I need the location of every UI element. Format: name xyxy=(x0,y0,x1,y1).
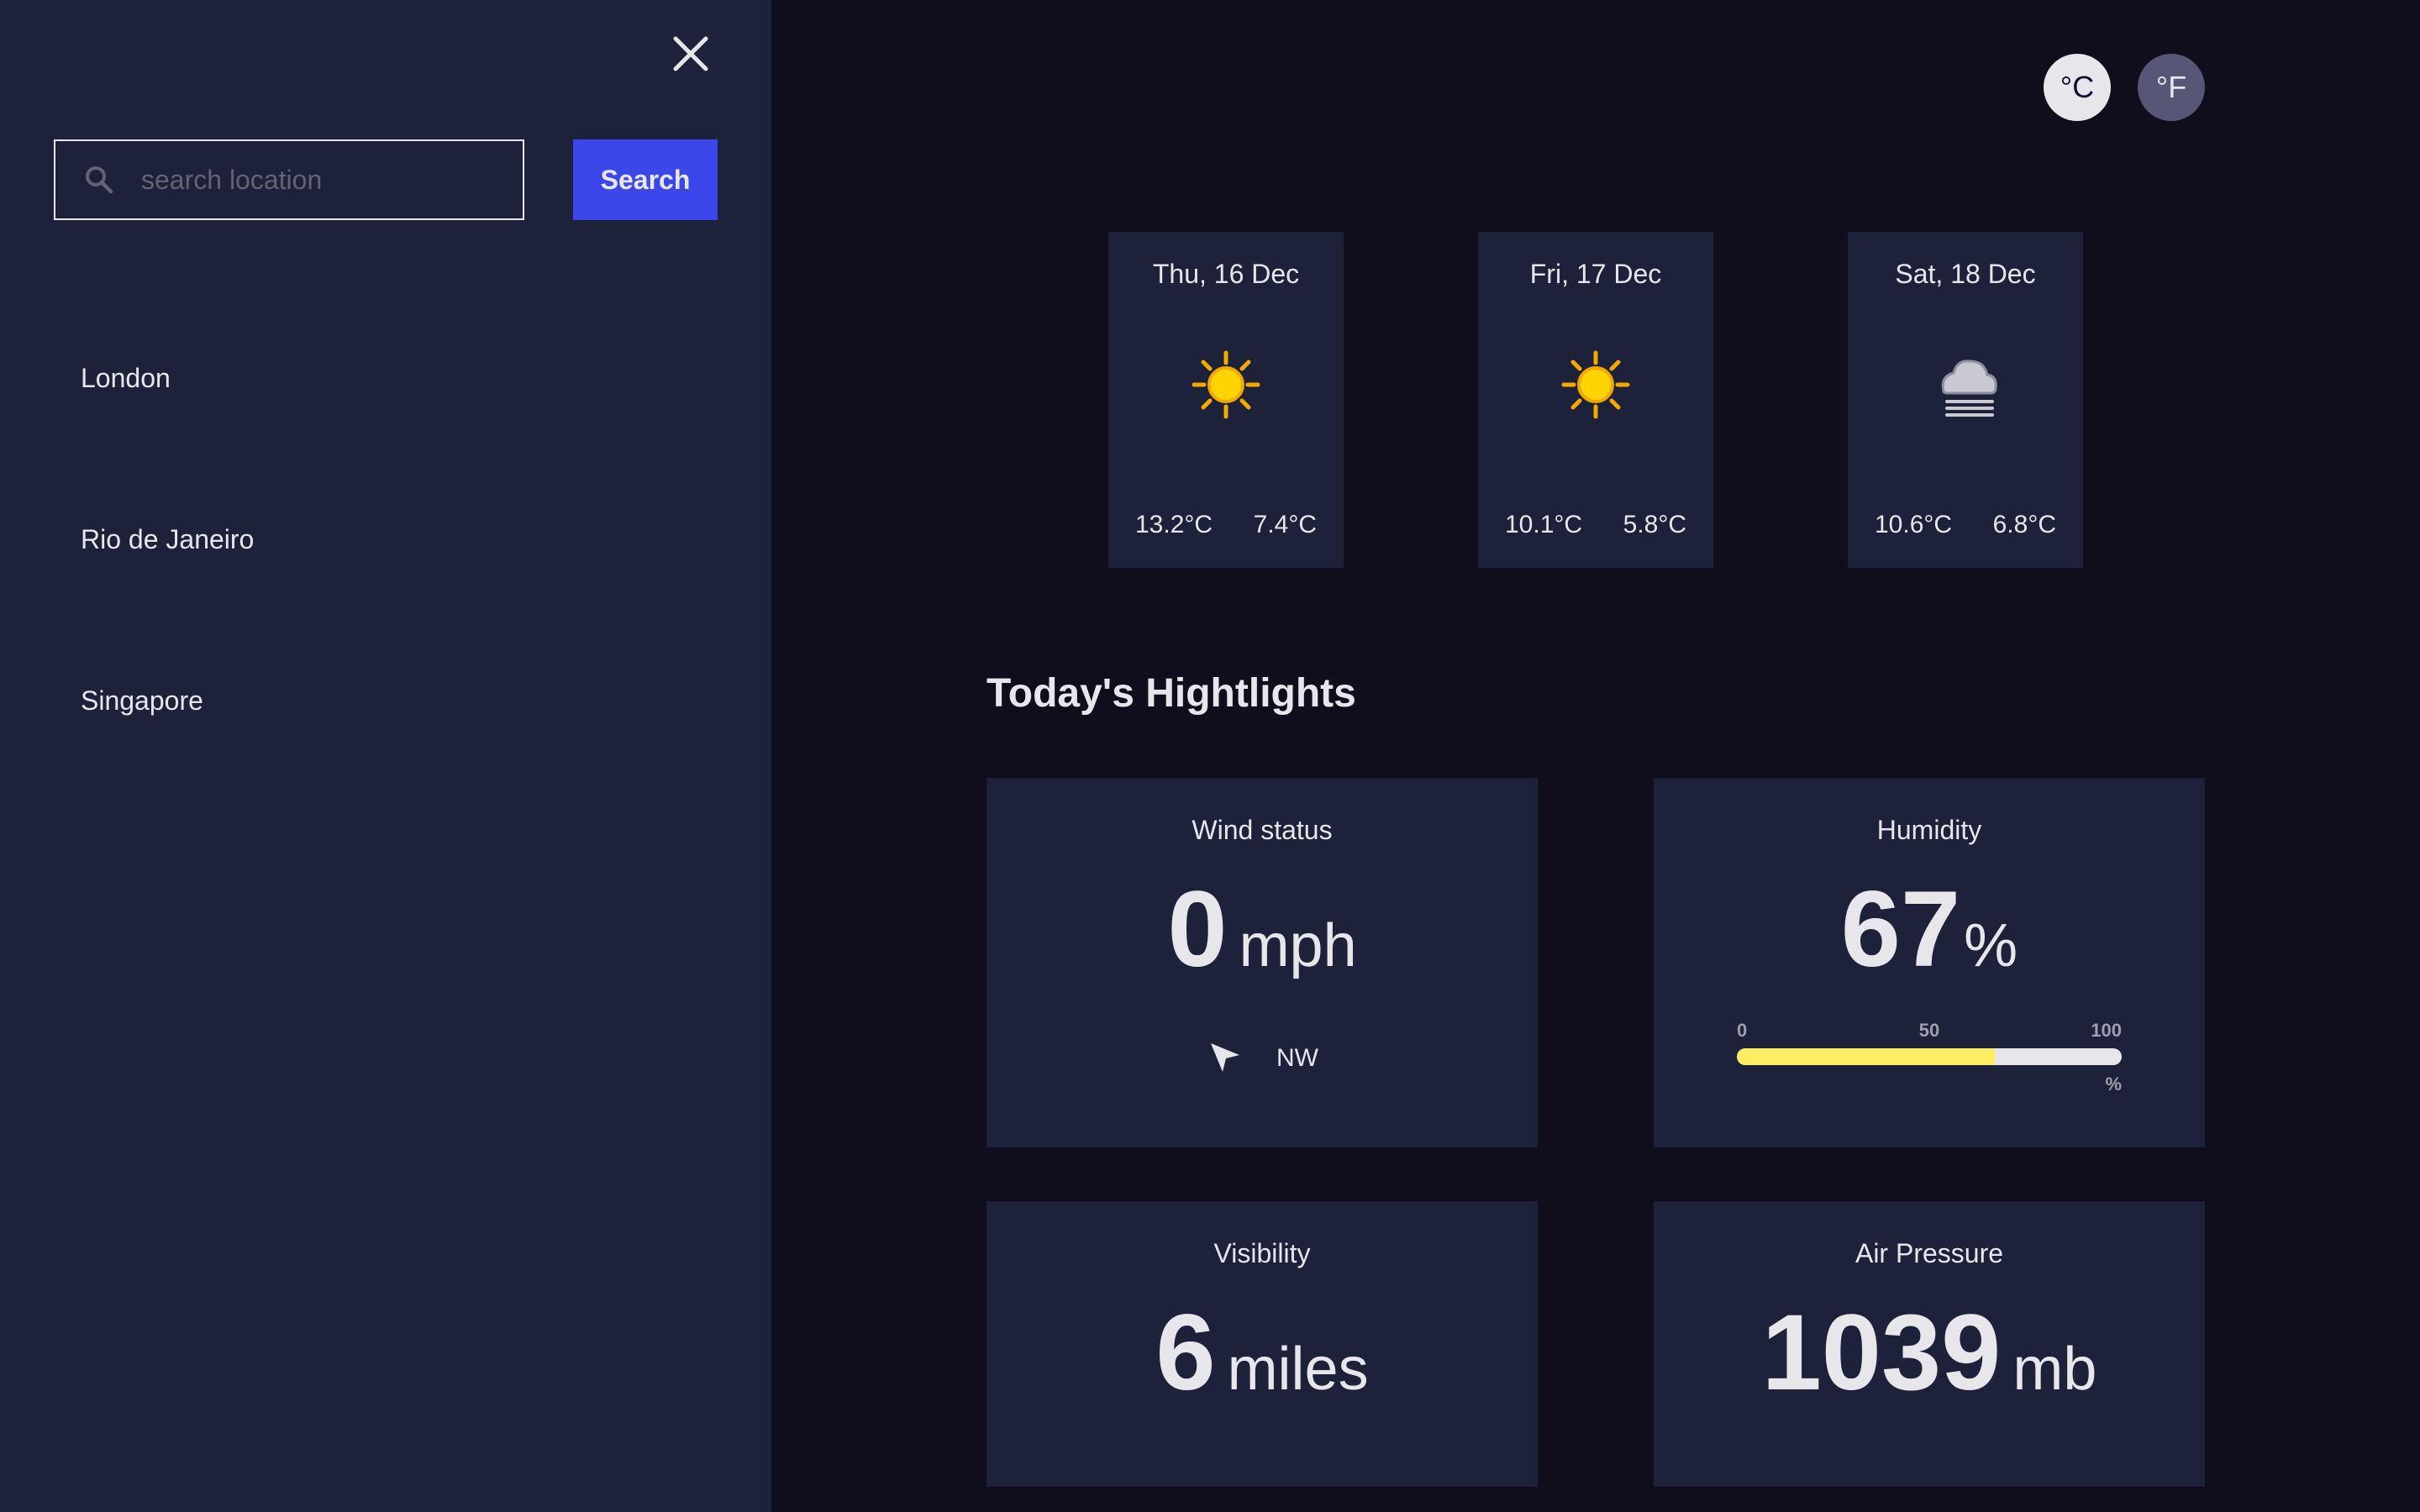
wind-value-row: 0 mph xyxy=(986,869,1538,990)
location-item-singapore[interactable]: Singapore xyxy=(54,659,718,820)
temp-max: 10.6°C xyxy=(1875,511,1953,538)
highlights-title: Today's Hightlights xyxy=(986,671,1356,716)
forecast-day: Fri, 17 Dec xyxy=(1529,259,1662,289)
visibility-card: Visibility 6 miles xyxy=(986,1201,1538,1487)
humidity-unit: % xyxy=(1964,912,2018,979)
temp-max: 13.2°C xyxy=(1135,511,1213,538)
visibility-value: 6 xyxy=(1155,1293,1216,1413)
search-icon xyxy=(86,166,113,194)
visibility-unit: miles xyxy=(1227,1336,1369,1403)
scale-min-label: 0 xyxy=(1737,1019,1748,1041)
humidity-label: Humidity xyxy=(1876,815,1982,845)
air-pressure-unit: mb xyxy=(2012,1336,2097,1403)
location-item-london[interactable]: London xyxy=(54,336,718,497)
fahrenheit-toggle[interactable]: °F xyxy=(2138,54,2205,121)
humidity-value: 67 xyxy=(1840,869,1961,990)
visibility-label: Visibility xyxy=(1213,1238,1311,1268)
wind-direction: NW xyxy=(986,1040,1538,1077)
wind-value: 0 xyxy=(1167,869,1228,990)
humidity-value-row: 67 % xyxy=(1654,869,2205,990)
location-item-rio-de-janeiro[interactable]: Rio de Janeiro xyxy=(54,497,718,659)
scale-max-label: 100 xyxy=(2091,1019,2122,1041)
scale-unit-label: % xyxy=(2105,1073,2122,1095)
temp-min: 6.8°C xyxy=(1992,511,2056,538)
air-pressure-value: 1039 xyxy=(1761,1293,2002,1413)
search-sidebar: Search London Rio de Janeiro Singapore xyxy=(0,0,771,1512)
celsius-toggle[interactable]: °C xyxy=(2044,54,2111,121)
wind-direction-label: NW xyxy=(1276,1043,1318,1072)
main-panel: °C °F Thu, 16 Dec 13.2°C 7.4°C Fri, 17 D… xyxy=(771,0,2420,1512)
visibility-value-row: 6 miles xyxy=(986,1294,1538,1413)
wind-status-card: Wind status 0 mph NW xyxy=(986,778,1538,1147)
forecast-temps: 10.1°C 5.8°C xyxy=(1478,511,1713,539)
forecast-temps: 10.6°C 6.8°C xyxy=(1848,511,2083,539)
fog-cloud-icon xyxy=(1941,360,1997,417)
forecast-card: Thu, 16 Dec 13.2°C 7.4°C xyxy=(1108,232,1344,568)
air-pressure-card: Air Pressure 1039 mb xyxy=(1654,1201,2205,1487)
location-list: London Rio de Janeiro Singapore xyxy=(54,336,718,820)
sun-icon xyxy=(1561,350,1630,419)
search-input[interactable] xyxy=(141,155,494,205)
temp-min: 5.8°C xyxy=(1623,511,1686,538)
air-pressure-value-row: 1039 mb xyxy=(1654,1294,2205,1413)
forecast-card: Fri, 17 Dec 10.1°C 5.8°C xyxy=(1478,232,1713,568)
weather-app: Search London Rio de Janeiro Singapore °… xyxy=(0,0,2420,1512)
humidity-progress-fill xyxy=(1737,1047,1995,1065)
forecast-day: Sat, 18 Dec xyxy=(1895,259,2036,289)
humidity-progress-bar xyxy=(1737,1047,2122,1065)
navigation-arrow-icon xyxy=(1211,1042,1239,1072)
air-pressure-label: Air Pressure xyxy=(1854,1238,2004,1268)
temp-max: 10.1°C xyxy=(1505,511,1583,538)
humidity-scale: 0 50 100 xyxy=(1737,1020,2122,1042)
search-field[interactable] xyxy=(54,139,524,220)
forecast-temps: 13.2°C 7.4°C xyxy=(1108,511,1344,539)
forecast-day: Thu, 16 Dec xyxy=(1152,259,1300,289)
forecast-card: Sat, 18 Dec 10.6°C 6.8°C xyxy=(1848,232,2083,568)
wind-label: Wind status xyxy=(1192,815,1333,845)
close-icon[interactable] xyxy=(669,32,713,76)
temp-min: 7.4°C xyxy=(1253,511,1317,538)
humidity-card: Humidity 67 % 0 50 100 % xyxy=(1654,778,2205,1147)
scale-mid-label: 50 xyxy=(1918,1019,1940,1041)
wind-unit: mph xyxy=(1239,912,1357,979)
sun-icon xyxy=(1192,350,1260,419)
search-button[interactable]: Search xyxy=(573,139,718,220)
